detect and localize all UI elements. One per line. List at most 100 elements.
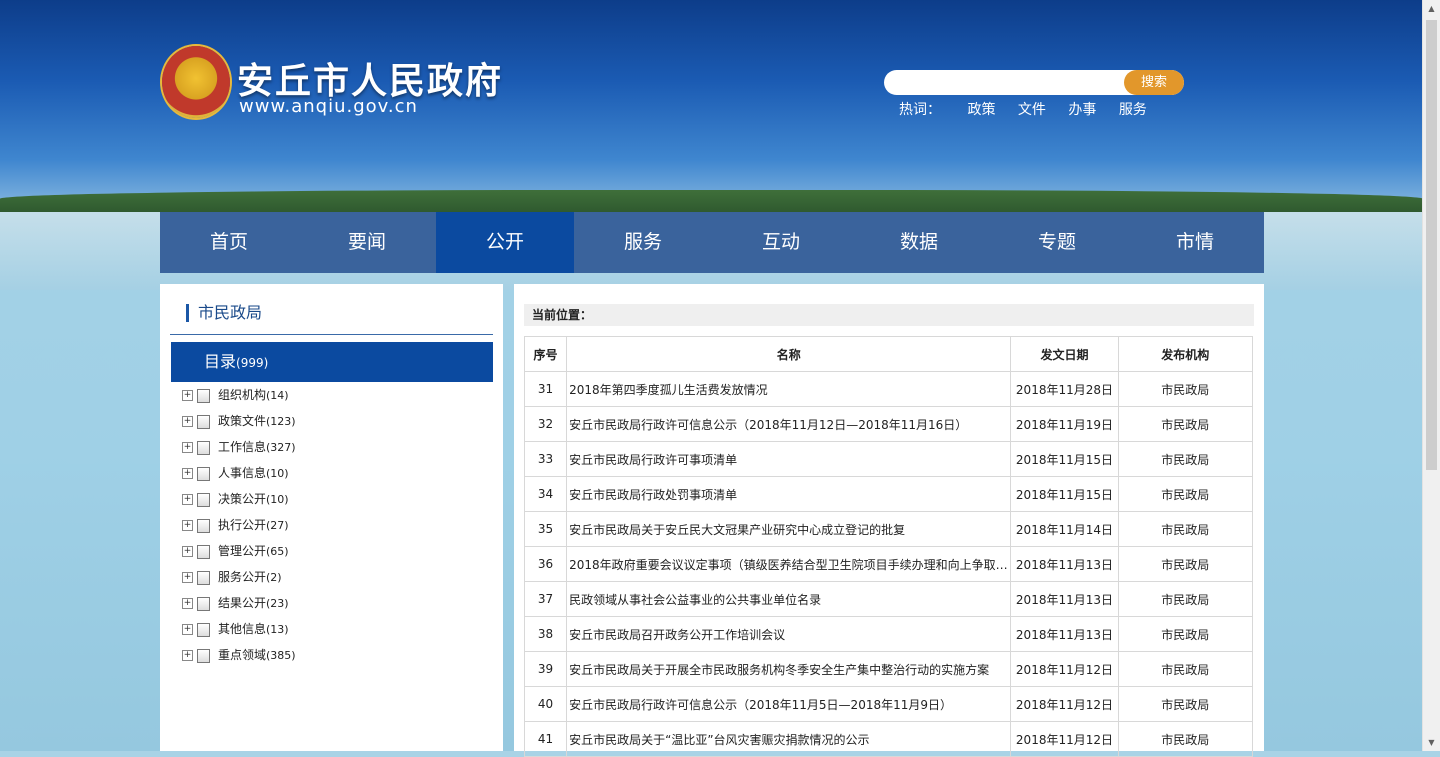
- expand-icon[interactable]: +: [182, 546, 193, 557]
- tree-item-count: (327): [266, 441, 296, 454]
- tree-item-label: 决策公开: [218, 492, 267, 506]
- doc-link[interactable]: 安丘市民政局行政许可信息公示（2018年11月5日—2018年11月9日）: [566, 686, 1012, 722]
- tree-item-count: (27): [266, 519, 289, 532]
- tree-item[interactable]: + 其他信息(13): [182, 620, 296, 646]
- tree-item-count: (385): [266, 649, 296, 662]
- tree-item-label: 人事信息: [218, 466, 267, 480]
- table-row: 32 安丘市民政局行政许可信息公示（2018年11月12日—2018年11月16日…: [523, 406, 1254, 442]
- document-icon: [197, 440, 210, 455]
- cell-no: 31: [523, 371, 568, 407]
- expand-icon[interactable]: +: [182, 650, 193, 661]
- cell-date: 2018年11月12日: [1010, 686, 1119, 722]
- cell-date: 2018年11月14日: [1010, 511, 1119, 547]
- expand-icon[interactable]: +: [182, 442, 193, 453]
- doc-link[interactable]: 安丘市民政局关于安丘民大文冠果产业研究中心成立登记的批复: [566, 511, 1012, 547]
- cell-no: 33: [523, 441, 568, 477]
- table-row: 31 2018年第四季度孤儿生活费发放情况 2018年11月28日 市民政局: [523, 371, 1254, 407]
- nav-news[interactable]: 要闻: [298, 212, 436, 273]
- table-row: 33 安丘市民政局行政许可事项清单 2018年11月15日 市民政局: [523, 441, 1254, 477]
- nav-data[interactable]: 数据: [850, 212, 988, 273]
- table-row: 39 安丘市民政局关于开展全市民政服务机构冬季安全生产集中整治行动的实施方案 201…: [523, 651, 1254, 687]
- expand-icon[interactable]: +: [182, 468, 193, 479]
- expand-icon[interactable]: +: [182, 390, 193, 401]
- nav-topics[interactable]: 专题: [988, 212, 1126, 273]
- catalog-header[interactable]: 目录(999): [171, 342, 493, 382]
- cell-date: 2018年11月19日: [1010, 406, 1119, 442]
- tree-item[interactable]: + 执行公开(27): [182, 516, 296, 542]
- tree-item[interactable]: + 人事信息(10): [182, 464, 296, 490]
- nav-home[interactable]: 首页: [160, 212, 298, 273]
- expand-icon[interactable]: +: [182, 624, 193, 635]
- hotwords: 热词： 政策 文件 办事 服务: [899, 99, 1165, 119]
- col-header-org: 发布机构: [1117, 336, 1254, 372]
- cell-date: 2018年11月13日: [1010, 616, 1119, 652]
- table-row: 41 安丘市民政局关于“温比亚”台风灾害赈灾捐款情况的公示 2018年11月12日市…: [523, 721, 1254, 757]
- cell-date: 2018年11月15日: [1010, 476, 1119, 512]
- tree-item[interactable]: + 组织机构(14): [182, 386, 296, 412]
- hotword-link[interactable]: 文件: [1018, 102, 1046, 118]
- tree-item-count: (10): [266, 493, 289, 506]
- nav-city-info[interactable]: 市情: [1126, 212, 1264, 273]
- cell-date: 2018年11月12日: [1010, 721, 1119, 757]
- expand-icon[interactable]: +: [182, 494, 193, 505]
- tree-item-label: 结果公开: [218, 596, 267, 610]
- cell-no: 35: [523, 511, 568, 547]
- document-table: 序号 名称 发文日期 发布机构 31 2018年第四季度孤儿生活费发放情况 2018…: [523, 336, 1254, 757]
- doc-link[interactable]: 安丘市民政局关于开展全市民政服务机构冬季安全生产集中整治行动的实施方案: [566, 651, 1012, 687]
- tree-item-count: (65): [266, 545, 289, 558]
- document-icon: [197, 544, 210, 559]
- doc-link[interactable]: 2018年政府重要会议议定事项（镇级医养结合型卫生院项目手续办理和向上争取…: [566, 546, 1012, 582]
- tree-item-label: 组织机构: [218, 388, 267, 402]
- national-emblem-icon: [162, 46, 230, 118]
- doc-link[interactable]: 2018年第四季度孤儿生活费发放情况: [566, 371, 1012, 407]
- expand-icon[interactable]: +: [182, 520, 193, 531]
- doc-link[interactable]: 安丘市民政局行政许可信息公示（2018年11月12日—2018年11月16日）: [566, 406, 1012, 442]
- search-button[interactable]: 搜索: [1124, 70, 1184, 95]
- cell-no: 37: [523, 581, 568, 617]
- expand-icon[interactable]: +: [182, 572, 193, 583]
- cell-org: 市民政局: [1117, 616, 1254, 652]
- page-scrollbar[interactable]: ▲ ▼: [1422, 0, 1440, 751]
- tree-item[interactable]: + 服务公开(2): [182, 568, 296, 594]
- nav-service[interactable]: 服务: [574, 212, 712, 273]
- tree-item-label: 管理公开: [218, 544, 267, 558]
- document-icon: [197, 414, 210, 429]
- expand-icon[interactable]: +: [182, 416, 193, 427]
- scroll-up-icon[interactable]: ▲: [1423, 0, 1440, 17]
- search-input[interactable]: [896, 73, 1122, 94]
- catalog-label: 目录: [204, 352, 237, 371]
- tree-item[interactable]: + 结果公开(23): [182, 594, 296, 620]
- doc-link[interactable]: 安丘市民政局行政处罚事项清单: [566, 476, 1012, 512]
- doc-link[interactable]: 安丘市民政局关于“温比亚”台风灾害赈灾捐款情况的公示: [566, 721, 1012, 757]
- tree-item-label: 工作信息: [218, 440, 267, 454]
- hotword-link[interactable]: 服务: [1119, 102, 1147, 118]
- hotword-link[interactable]: 办事: [1068, 102, 1096, 118]
- table-header-row: 序号 名称 发文日期 发布机构: [523, 336, 1254, 372]
- hotword-link[interactable]: 政策: [967, 102, 995, 118]
- tree-item[interactable]: + 管理公开(65): [182, 542, 296, 568]
- tree-item-count: (123): [266, 415, 296, 428]
- banner-treeline: [0, 190, 1423, 212]
- col-header-name: 名称: [566, 336, 1012, 372]
- cell-org: 市民政局: [1117, 476, 1254, 512]
- nav-public[interactable]: 公开: [436, 212, 574, 273]
- doc-link[interactable]: 民政领域从事社会公益事业的公共事业单位名录: [566, 581, 1012, 617]
- site-url: www.anqiu.gov.cn: [239, 96, 418, 117]
- cell-no: 39: [523, 651, 568, 687]
- cell-date: 2018年11月13日: [1010, 546, 1119, 582]
- cell-org: 市民政局: [1117, 371, 1254, 407]
- tree-item[interactable]: + 重点领域(385): [182, 646, 296, 672]
- doc-link[interactable]: 安丘市民政局行政许可事项清单: [566, 441, 1012, 477]
- expand-icon[interactable]: +: [182, 598, 193, 609]
- scroll-down-icon[interactable]: ▼: [1423, 734, 1440, 751]
- tree-item[interactable]: + 决策公开(10): [182, 490, 296, 516]
- scrollbar-thumb[interactable]: [1426, 20, 1437, 470]
- tree-item[interactable]: + 政策文件(123): [182, 412, 296, 438]
- tree-item[interactable]: + 工作信息(327): [182, 438, 296, 464]
- document-icon: [197, 596, 210, 611]
- tree-item-label: 政策文件: [218, 414, 267, 428]
- nav-interaction[interactable]: 互动: [712, 212, 850, 273]
- document-icon: [197, 622, 210, 637]
- doc-link[interactable]: 安丘市民政局召开政务公开工作培训会议: [566, 616, 1012, 652]
- cell-no: 36: [523, 546, 568, 582]
